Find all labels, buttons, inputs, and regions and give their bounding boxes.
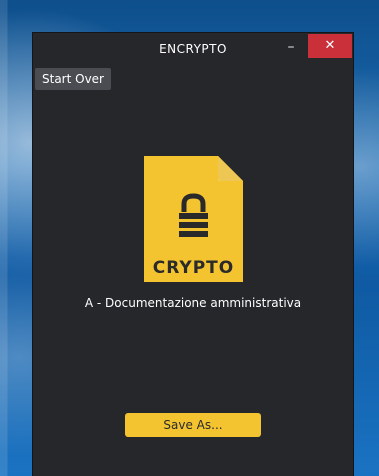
encrypto-window: ENCRYPTO – ✕ Start Over CRYPTO A - Docum… [33,33,353,476]
start-over-button[interactable]: Start Over [35,68,111,90]
file-icon-label: CRYPTO [153,258,234,278]
title-bar: ENCRYPTO – ✕ [33,33,353,65]
save-as-button[interactable]: Save As... [125,413,261,437]
file-name: A - Documentazione amministrativa [84,296,302,310]
minimize-button[interactable]: – [280,37,302,57]
encrypted-file-icon: CRYPTO [144,156,243,282]
window-title: ENCRYPTO [159,42,227,56]
close-button[interactable]: ✕ [308,34,352,58]
